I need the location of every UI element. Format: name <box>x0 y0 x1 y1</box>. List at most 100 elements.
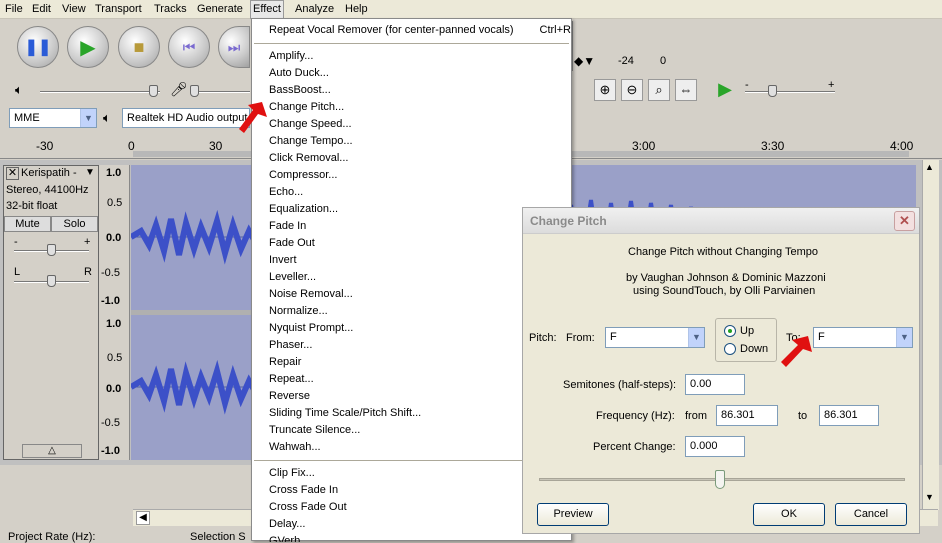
meter-dropdown-icon[interactable]: ◆▼ <box>574 54 595 68</box>
play-button[interactable]: ▶ <box>67 26 109 68</box>
recording-volume-thumb[interactable] <box>190 85 199 97</box>
chevron-down-icon: ▼ <box>896 328 912 347</box>
menu-item-effect[interactable]: Repair <box>269 354 301 371</box>
menu-item-effect[interactable]: Amplify... <box>269 48 313 65</box>
fit-selection-button[interactable]: ⌕ <box>648 79 670 101</box>
semitones-label: Semitones (half-steps): <box>563 379 677 391</box>
chevron-down-icon[interactable]: ▼ <box>85 167 95 178</box>
scroll-down-icon[interactable]: ▼ <box>925 492 934 502</box>
gain-thumb[interactable] <box>47 244 56 256</box>
menu-item-effect[interactable]: Truncate Silence... <box>269 422 360 439</box>
menu-file[interactable]: File <box>3 2 25 17</box>
menu-item-change-pitch[interactable]: Change Pitch... <box>269 99 344 116</box>
pan-thumb[interactable] <box>47 275 56 287</box>
menu-view[interactable]: View <box>60 2 88 17</box>
down-label[interactable]: Down <box>740 343 768 355</box>
up-radio[interactable] <box>724 325 736 337</box>
menu-item-effect[interactable]: Echo... <box>269 184 303 201</box>
track-info: 32-bit float <box>6 200 58 212</box>
recording-volume-slider[interactable] <box>190 91 250 93</box>
menu-item-plugin[interactable]: Clip Fix... <box>269 465 315 482</box>
play-at-speed-button[interactable]: ▶ <box>714 79 736 101</box>
to-pitch-select[interactable]: F ▼ <box>813 327 913 348</box>
close-icon[interactable]: ✕ <box>894 211 915 231</box>
dialog-credits: using SoundTouch, by Olli Parviainen <box>633 285 816 297</box>
red-arrow-icon <box>239 102 267 133</box>
preview-button[interactable]: Preview <box>537 503 609 526</box>
speed-plus: + <box>828 79 835 91</box>
menu-item-effect[interactable]: Sliding Time Scale/Pitch Shift... <box>269 405 421 422</box>
dialog-credits: by Vaughan Johnson & Dominic Mazzoni <box>626 272 826 284</box>
pause-button[interactable]: ❚❚ <box>17 26 59 68</box>
menu-item-effect[interactable]: Equalization... <box>269 201 338 218</box>
down-radio[interactable] <box>724 343 736 355</box>
zoom-in-button[interactable]: ⊕ <box>594 79 616 101</box>
menu-item-plugin[interactable]: Cross Fade Out <box>269 499 347 516</box>
playback-volume-thumb[interactable] <box>149 85 158 97</box>
menu-generate[interactable]: Generate <box>195 2 245 17</box>
menu-help[interactable]: Help <box>343 2 370 17</box>
dialog-title-bar[interactable]: Change Pitch ✕ <box>523 208 919 234</box>
menu-item-effect[interactable]: Click Removal... <box>269 150 348 167</box>
playback-speed-thumb[interactable] <box>768 85 777 97</box>
menu-item-effect[interactable]: Fade In <box>269 218 306 235</box>
menu-item-effect[interactable]: Nyquist Prompt... <box>269 320 353 337</box>
collapse-track-button[interactable]: △ <box>22 444 82 458</box>
up-label[interactable]: Up <box>740 325 754 337</box>
close-track-icon[interactable]: ✕ <box>6 167 19 180</box>
menu-item-repeat-last[interactable]: Repeat Vocal Remover (for center-panned … <box>269 22 571 39</box>
freq-from-input[interactable]: 86.301 <box>716 405 778 426</box>
stop-button[interactable]: ■ <box>118 26 160 68</box>
menu-item-effect[interactable]: Change Tempo... <box>269 133 353 150</box>
menu-item-plugin[interactable]: Cross Fade In <box>269 482 338 499</box>
ruler-label: -30 <box>36 139 54 153</box>
playback-speed-slider[interactable] <box>745 91 835 93</box>
from-pitch-value: F <box>610 331 617 343</box>
to-pitch-value: F <box>818 331 825 343</box>
menu-item-effect[interactable]: Auto Duck... <box>269 65 329 82</box>
host-select[interactable]: MME ▼ <box>9 108 97 128</box>
percent-change-input[interactable]: 0.000 <box>685 436 745 457</box>
pan-right: R <box>84 266 92 278</box>
ok-button[interactable]: OK <box>753 503 825 526</box>
from-label: From: <box>566 332 595 344</box>
skip-end-button[interactable]: ⏭ <box>218 26 250 68</box>
semitones-input[interactable]: 0.00 <box>685 374 745 395</box>
solo-button[interactable]: Solo <box>51 216 98 232</box>
menu-tracks[interactable]: Tracks <box>152 2 189 17</box>
amplitude-scale: 1.0 0.5 0.0 -0.5 -1.0 1.0 0.5 0.0 -0.5 -… <box>99 165 130 460</box>
track-name[interactable]: Kerispatih - <box>21 167 77 179</box>
percent-change-thumb[interactable] <box>715 470 725 489</box>
output-device-select[interactable]: Realtek HD Audio output <box>122 108 250 128</box>
menu-transport[interactable]: Transport <box>93 2 144 17</box>
menu-item-effect[interactable]: Compressor... <box>269 167 337 184</box>
menu-edit[interactable]: Edit <box>30 2 53 17</box>
menu-item-effect[interactable]: Phaser... <box>269 337 312 354</box>
cancel-button[interactable]: Cancel <box>835 503 907 526</box>
menu-item-effect[interactable]: Noise Removal... <box>269 286 353 303</box>
fit-project-button[interactable]: ⇔ <box>675 79 697 101</box>
scale-label: 0.5 <box>107 352 123 364</box>
menu-item-effect[interactable]: Invert <box>269 252 297 269</box>
menu-item-effect[interactable]: Repeat... <box>269 371 314 388</box>
menu-analyze[interactable]: Analyze <box>293 2 336 17</box>
menu-item-effect[interactable]: Wahwah... <box>269 439 321 456</box>
scroll-up-icon[interactable]: ▲ <box>925 162 934 172</box>
menu-item-effect[interactable]: Normalize... <box>269 303 328 320</box>
playback-volume-slider[interactable] <box>40 91 160 93</box>
zoom-out-button[interactable]: ⊖ <box>621 79 643 101</box>
freq-to-input[interactable]: 86.301 <box>819 405 879 426</box>
skip-start-button[interactable]: ⏮ <box>168 26 210 68</box>
menu-item-effect[interactable]: BassBoost... <box>269 82 331 99</box>
menu-item-effect[interactable]: Reverse <box>269 388 310 405</box>
menu-item-plugin[interactable]: Delay... <box>269 516 305 533</box>
vertical-scrollbar[interactable]: ▲ ▼ <box>922 160 939 510</box>
from-pitch-select[interactable]: F ▼ <box>605 327 705 348</box>
menu-item-effect[interactable]: Leveller... <box>269 269 316 286</box>
menu-effect[interactable]: Effect <box>250 0 284 19</box>
menu-item-effect[interactable]: Fade Out <box>269 235 315 252</box>
scroll-left-icon[interactable]: ◀ <box>136 511 150 525</box>
mute-button[interactable]: Mute <box>4 216 51 232</box>
menu-item-effect[interactable]: Change Speed... <box>269 116 352 133</box>
track-info: Stereo, 44100Hz <box>6 184 89 196</box>
